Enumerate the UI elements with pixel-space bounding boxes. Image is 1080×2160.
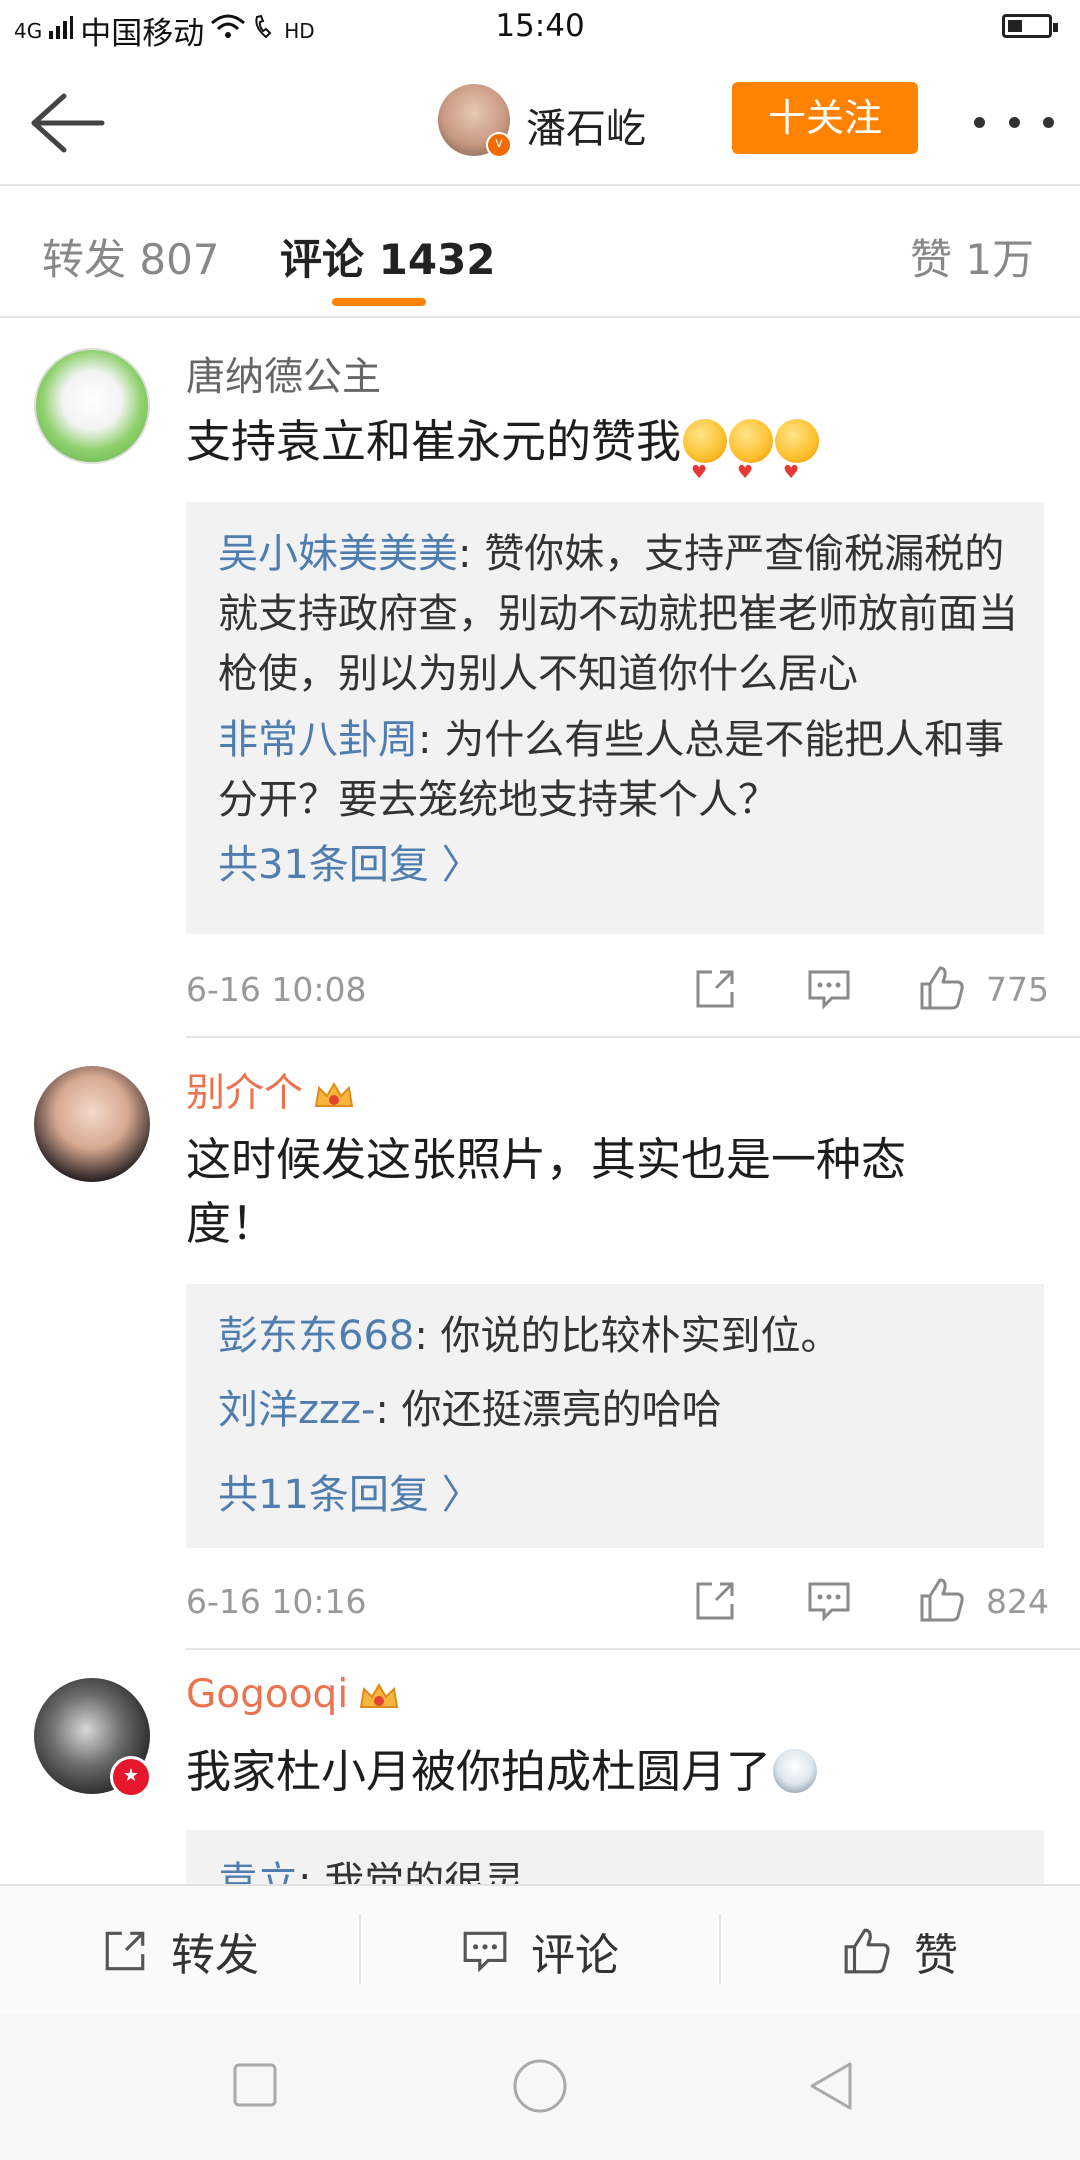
dog-emoji-icon [773, 1749, 818, 1793]
reply-item[interactable]: 彭东东668: 你说的比较朴实到位。 [218, 1306, 1018, 1366]
repost-button[interactable]: 转发 [0, 1886, 360, 2016]
reply-author[interactable]: 刘洋zzz- [218, 1387, 375, 1433]
comment-text-content: 支持袁立和崔永元的赞我 [186, 415, 682, 468]
active-tab-indicator [332, 298, 426, 306]
comment-timestamp: 6-16 10:08 [186, 970, 367, 1009]
like-button[interactable]: 赞 [720, 1886, 1080, 2016]
comment-item: 唐纳德公主 支持袁立和崔永元的赞我 ♥ ♥ ♥ 吴小妹美美美: 赞你妹，支持严查偷税漏… [0, 318, 1080, 1038]
reply-preview-box[interactable]: 吴小妹美美美: 赞你妹，支持严查偷税漏税的就支持政府查，别动不动就把崔老师放前面… [186, 502, 1044, 934]
reply-author[interactable]: 彭东东668 [218, 1313, 414, 1359]
reply-preview-box[interactable]: 彭东东668: 你说的比较朴实到位。 刘洋zzz-: 你还挺漂亮的哈哈 共11条… [186, 1284, 1044, 1548]
tab-likes[interactable]: 赞 1万 [910, 226, 1034, 287]
tab-reposts[interactable]: 转发 807 [42, 226, 220, 287]
share-icon [105, 1931, 145, 1971]
more-options-button[interactable] [974, 102, 1054, 142]
recent-apps-icon[interactable] [232, 2062, 278, 2108]
commenter-avatar[interactable] [34, 1066, 150, 1182]
commenter-avatar[interactable] [34, 348, 150, 464]
comment-timestamp: 6-16 10:16 [186, 1582, 367, 1621]
back-button[interactable] [28, 88, 108, 158]
reply-text: : 我觉的很灵 [298, 1859, 525, 1884]
more-replies-link[interactable]: 共11条回复 〉 [218, 1462, 482, 1520]
like-icon[interactable] [918, 1576, 964, 1622]
system-nav-bar [0, 2014, 1080, 2160]
kiss-emoji-icon: ♥ [729, 419, 774, 483]
kiss-emoji-icon: ♥ [683, 419, 728, 483]
share-icon[interactable] [692, 966, 738, 1012]
interaction-tabs: 转发 807 评论 1432 赞 1万 [0, 186, 1080, 318]
reply-author[interactable]: 袁立 [218, 1859, 298, 1884]
comment-text-content: 我家杜小月被你拍成杜圆月了 [186, 1745, 772, 1798]
kiss-emoji-icon: ♥ [775, 419, 820, 483]
like-count: 775 [986, 970, 1049, 1009]
back-nav-icon[interactable] [806, 2060, 856, 2112]
reply-item[interactable]: 非常八卦周: 为什么有些人总是不能把人和事分开？要去笼统地支持某个人？ [218, 710, 1018, 830]
arrow-left-icon [31, 93, 105, 153]
reply-item[interactable]: 袁立: 我觉的很灵 [218, 1852, 1018, 1884]
comment-item: ★ Gogooqi 我家杜小月被你拍成杜圆月了 袁立: 我觉的很灵 [0, 1650, 1080, 1884]
reply-item[interactable]: 刘洋zzz-: 你还挺漂亮的哈哈 [218, 1380, 1018, 1440]
like-count: 824 [986, 1582, 1049, 1621]
bottom-action-bar: 转发 评论 赞 [0, 1884, 1080, 2016]
reply-author[interactable]: 非常八卦周 [218, 717, 418, 763]
divider [186, 1036, 1080, 1038]
crown-icon [359, 1682, 399, 1708]
like-label: 赞 [914, 1930, 958, 1981]
like-icon[interactable] [918, 964, 964, 1010]
reply-text: : 你说的比较朴实到位。 [414, 1313, 841, 1359]
share-icon[interactable] [692, 1578, 738, 1624]
clock: 15:40 [495, 8, 585, 44]
battery-icon [1002, 14, 1058, 38]
author-avatar[interactable]: v [438, 84, 512, 158]
reply-icon[interactable] [806, 1578, 852, 1624]
reply-text: : 你还挺漂亮的哈哈 [375, 1387, 722, 1433]
comment-item: 别介个 这时候发这张照片，其实也是一种态度！ 彭东东668: 你说的比较朴实到位… [0, 1040, 1080, 1650]
comment-text: 支持袁立和崔永元的赞我 ♥ ♥ ♥ [186, 410, 1036, 483]
commenter-name-text: Gogooqi [186, 1672, 349, 1717]
commenter-name[interactable]: 唐纳德公主 [186, 346, 381, 402]
reply-item[interactable]: 吴小妹美美美: 赞你妹，支持严查偷税漏税的就支持政府查，别动不动就把崔老师放前面… [218, 524, 1018, 704]
commenter-name[interactable]: 别介个 [186, 1062, 355, 1118]
reply-icon[interactable] [806, 966, 852, 1012]
top-header: v 潘石屹 十关注 [0, 60, 1080, 186]
repost-label: 转发 [171, 1930, 259, 1981]
verified-badge-icon: v [486, 132, 512, 158]
home-icon[interactable] [512, 2058, 568, 2114]
commenter-name-text: 别介个 [186, 1071, 304, 1116]
author-name[interactable]: 潘石屹 [526, 96, 646, 154]
reply-author[interactable]: 吴小妹美美美 [218, 531, 458, 577]
more-replies-link[interactable]: 共31条回复 〉 [218, 832, 482, 890]
tab-comments[interactable]: 评论 1432 [280, 226, 496, 287]
comment-icon [463, 1931, 507, 1973]
crown-icon [314, 1081, 354, 1107]
like-icon [844, 1928, 890, 1974]
comment-text: 我家杜小月被你拍成杜圆月了 [186, 1740, 1036, 1804]
reply-preview-box[interactable]: 袁立: 我觉的很灵 [186, 1830, 1044, 1884]
commenter-name[interactable]: Gogooqi [186, 1672, 400, 1717]
comment-text: 这时候发这张照片，其实也是一种态度！ [186, 1133, 907, 1250]
comment-button[interactable]: 评论 [360, 1886, 720, 2016]
member-badge-icon: ★ [110, 1756, 152, 1798]
status-bar: 4G 中国移动 HD 15:40 [0, 0, 1080, 60]
comment-label: 评论 [531, 1930, 619, 1981]
follow-button[interactable]: 十关注 [732, 82, 918, 154]
